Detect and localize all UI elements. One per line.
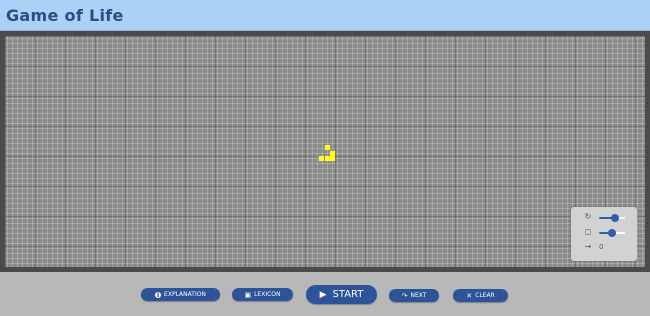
speed-slider-handle[interactable] xyxy=(610,214,619,222)
speed-slider[interactable] xyxy=(599,214,625,222)
start-label: START xyxy=(332,289,364,300)
zoom-icon: ◻ xyxy=(584,227,592,236)
generation-row: → 0 xyxy=(571,241,637,255)
settings-panel: ↻ ◻ → 0 xyxy=(571,207,637,261)
generation-counter: 0 xyxy=(599,243,604,251)
app-title: Game of Life xyxy=(6,6,124,25)
live-cell[interactable] xyxy=(330,156,335,161)
size-row: ◻ xyxy=(571,226,637,240)
speed-row: ↻ xyxy=(571,211,637,225)
lexicon-button[interactable]: ▣ LEXICON xyxy=(232,288,293,301)
close-icon: ✕ xyxy=(466,291,473,300)
title-bar: Game of Life xyxy=(0,0,650,31)
info-icon: i xyxy=(155,290,162,299)
next-button[interactable]: ↷ NEXT xyxy=(389,289,439,302)
explanation-label: EXPLANATION xyxy=(164,291,206,298)
start-button[interactable]: ▶ START xyxy=(306,285,377,304)
next-label: NEXT xyxy=(410,292,427,299)
explanation-button[interactable]: i EXPLANATION xyxy=(141,288,220,301)
toolbar: i EXPLANATION ▣ LEXICON ▶ START ↷ NEXT ✕… xyxy=(0,272,650,316)
clear-label: CLEAR xyxy=(475,292,495,299)
play-icon: ▶ xyxy=(319,289,327,300)
step-icon: ↷ xyxy=(401,291,408,300)
book-icon: ▣ xyxy=(244,290,252,299)
arrow-right-icon: → xyxy=(584,242,592,251)
board-frame: ↻ ◻ → 0 xyxy=(0,31,650,272)
size-slider-handle[interactable] xyxy=(608,229,616,237)
live-cell[interactable] xyxy=(319,156,324,161)
life-board[interactable]: ↻ ◻ → 0 xyxy=(5,36,645,267)
live-cell[interactable] xyxy=(325,145,330,150)
clear-button[interactable]: ✕ CLEAR xyxy=(453,289,508,302)
lexicon-label: LEXICON xyxy=(254,291,281,298)
refresh-icon: ↻ xyxy=(584,212,592,221)
size-slider[interactable] xyxy=(599,229,625,237)
